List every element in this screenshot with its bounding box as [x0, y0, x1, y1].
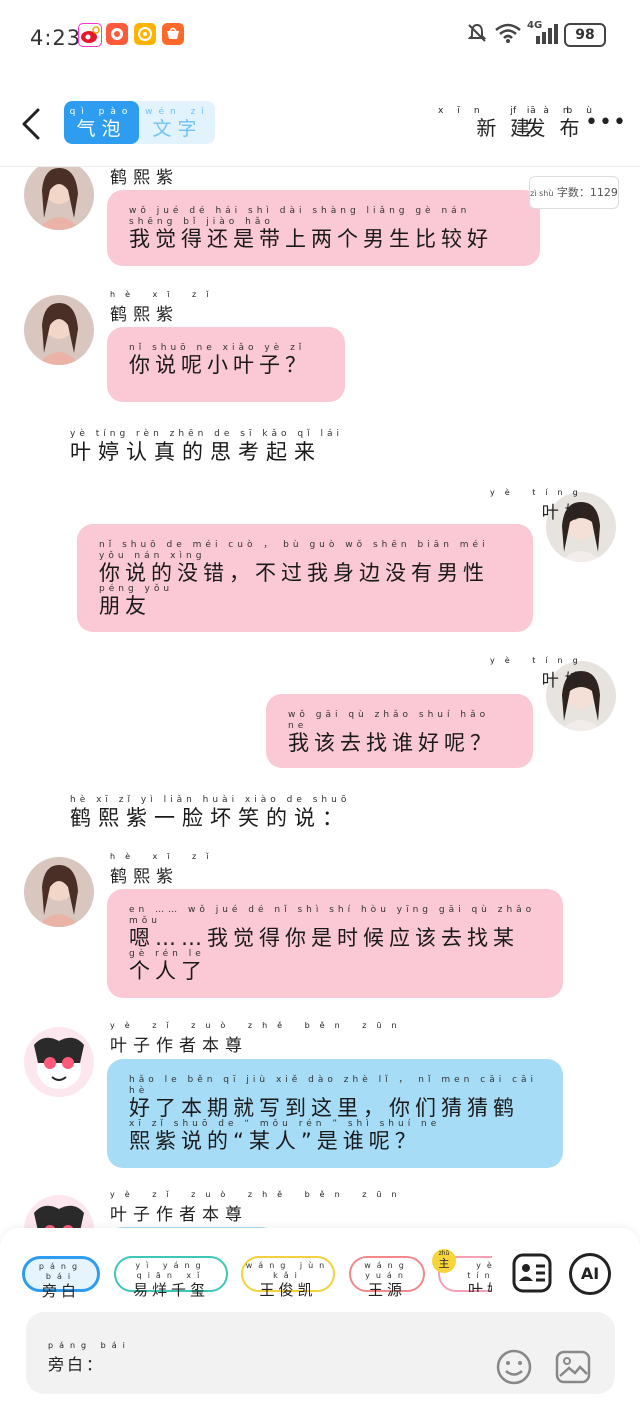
narration-text[interactable]: yè tíng rèn zhēn de sī kǎo qǐ lái 叶婷认真的思…	[70, 429, 343, 464]
role-chip-narrator[interactable]: páng bái 旁白	[22, 1256, 100, 1300]
word-count-badge: zì shù 字数：1129	[529, 176, 619, 209]
avatar-hexizi[interactable]	[24, 857, 94, 927]
store-app-icon	[162, 23, 184, 45]
weibo-icon	[78, 23, 102, 47]
sender-name: yè zǐ zuò zhě běn zūn 叶子作者本尊	[110, 1021, 407, 1056]
narration-text[interactable]: hè xī zǐ yì liǎn huài xiào de shuō 鹤熙紫一脸…	[70, 795, 350, 830]
role-chip[interactable]: wáng yuán 王源	[349, 1256, 425, 1299]
sender-name: hè xī zǐ 鹤熙紫	[110, 852, 219, 887]
sender-name: yè tíng 叶婷	[490, 656, 588, 691]
message-bubble[interactable]: wǒ gāi qù zhǎo shuí hǎo ne 我该去找谁好呢？	[266, 694, 533, 768]
ai-button[interactable]: AI	[569, 1253, 611, 1295]
tab-text[interactable]: wén zì 文字	[140, 101, 215, 144]
avatar-author[interactable]	[24, 1195, 94, 1229]
mute-bell-icon	[466, 22, 488, 48]
sender-name: hè xī zǐ 鹤熙紫	[110, 290, 219, 325]
role-chip[interactable]: wáng jùn kǎi 王俊凯	[241, 1256, 335, 1299]
avatar-hexizi[interactable]	[24, 167, 94, 230]
message-bubble[interactable]: hǎo le běn qī jiù xiě dào zhè lǐ ， nǐ me…	[107, 1059, 563, 1168]
message-bubble[interactable]: wǒ jué dé hái shì dài shàng liǎng gè nán…	[107, 190, 540, 266]
status-time: 4:23	[30, 26, 82, 50]
shopping-app-icon	[106, 23, 128, 45]
emoji-icon[interactable]	[495, 1348, 533, 1390]
avatar-author[interactable]	[24, 1027, 94, 1097]
taobao-icon	[134, 23, 156, 45]
message-bubble[interactable]: nǐ shuō de méi cuò ， bù guò wǒ shēn biān…	[77, 524, 533, 632]
role-card-button[interactable]	[512, 1253, 552, 1293]
status-bar: 4:23 4G 98	[0, 0, 640, 72]
role-chip[interactable]: yì yáng qiān xǐ 易烊千玺	[114, 1256, 228, 1299]
message-bubble[interactable]: nǐ shuō ne xiǎo yè zǐ 你说呢小叶子？	[107, 327, 345, 402]
sender-name: yè zǐ zuò zhě běn zūn 叶子作者本尊	[110, 1190, 407, 1225]
chat-list[interactable]: 鹤熙紫 wǒ jué dé hái shì dài shàng liǎng gè…	[0, 167, 640, 1229]
message-bubble[interactable]: en …… wǒ jué dé nǐ shì shí hòu yīng gāi …	[107, 889, 563, 998]
back-button[interactable]	[20, 108, 44, 140]
main-role-badge: zhǔ 主	[432, 1249, 456, 1273]
sender-name: 鹤熙紫	[110, 168, 179, 188]
avatar-hexizi[interactable]	[24, 295, 94, 365]
battery-icon: 98	[564, 23, 606, 47]
image-icon[interactable]	[554, 1348, 592, 1390]
signal-icon	[530, 24, 558, 48]
sender-name: yè tíng 叶婷	[490, 488, 588, 523]
wifi-icon	[494, 22, 522, 48]
mode-toggle: qì pào 气泡 wén zì 文字	[64, 101, 215, 144]
more-menu-button[interactable]: •••	[585, 110, 627, 135]
tab-bubble[interactable]: qì pào 气泡	[64, 101, 139, 144]
input-role-label: páng bái 旁白：	[48, 1341, 131, 1374]
